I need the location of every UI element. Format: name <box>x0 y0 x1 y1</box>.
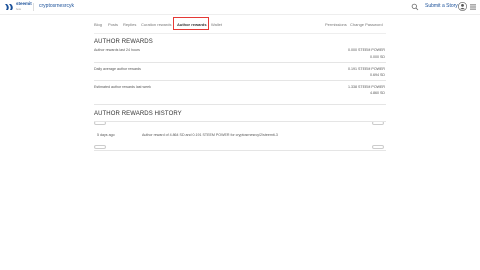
history-time: 5 days ago <box>97 133 115 137</box>
logo-text[interactable]: steemit <box>16 1 32 6</box>
profile-tabs: Blog Posts Replies Curation rewards Auth… <box>94 20 389 30</box>
author-rewards-title: AUTHOR REWARDS <box>94 39 153 45</box>
hamburger-menu-icon[interactable] <box>470 4 476 10</box>
username-link[interactable]: cryptosrnesrcyk <box>39 3 74 9</box>
tab-posts[interactable]: Posts <box>108 22 118 27</box>
search-icon[interactable] <box>411 3 419 11</box>
history-description: Author reward of 4.864 SD and 0.191 STEE… <box>142 133 278 137</box>
steemit-logo-icon[interactable] <box>4 3 14 11</box>
top-header: steemit beta cryptosrnesrcyk Submit a St… <box>0 0 480 15</box>
row-divider <box>94 80 386 81</box>
tabs-divider <box>94 33 386 34</box>
tab-wallet[interactable]: Wallet <box>211 22 222 27</box>
reward-row-value: 0.000 SD <box>370 55 385 59</box>
tab-blog[interactable]: Blog <box>94 22 102 27</box>
submit-story-link[interactable]: Submit a Story <box>425 3 458 9</box>
tab-curation-rewards[interactable]: Curation rewards <box>141 22 171 27</box>
row-divider <box>94 62 386 63</box>
reward-row-value: 0.694 SD <box>370 73 385 77</box>
reward-row-label: Author rewards last 24 hours <box>94 48 140 52</box>
tab-author-rewards[interactable]: Author rewards <box>177 22 207 27</box>
header-divider <box>33 3 34 11</box>
pager-prev-button-bottom[interactable] <box>94 145 106 149</box>
history-title: AUTHOR REWARDS HISTORY <box>94 111 182 117</box>
section-divider <box>94 104 386 105</box>
reward-row-value: 4.860 SD <box>370 91 385 95</box>
pager-next-button-bottom[interactable] <box>372 145 384 149</box>
tab-change-password[interactable]: Change Password <box>350 22 383 27</box>
reward-row-value: 1.338 STEEM POWER <box>348 85 385 89</box>
reward-row-label: Daily average author rewards <box>94 67 141 71</box>
user-avatar-icon[interactable] <box>458 2 467 11</box>
reward-row-value: 0.191 STEEM POWER <box>348 67 385 71</box>
tab-permissions[interactable]: Permissions <box>325 22 347 27</box>
tab-replies[interactable]: Replies <box>123 22 136 27</box>
reward-row-value: 0.000 STEEM POWER <box>348 48 385 52</box>
logo-sub: beta <box>16 8 21 11</box>
reward-row-label: Estimated author rewards last week <box>94 85 151 89</box>
